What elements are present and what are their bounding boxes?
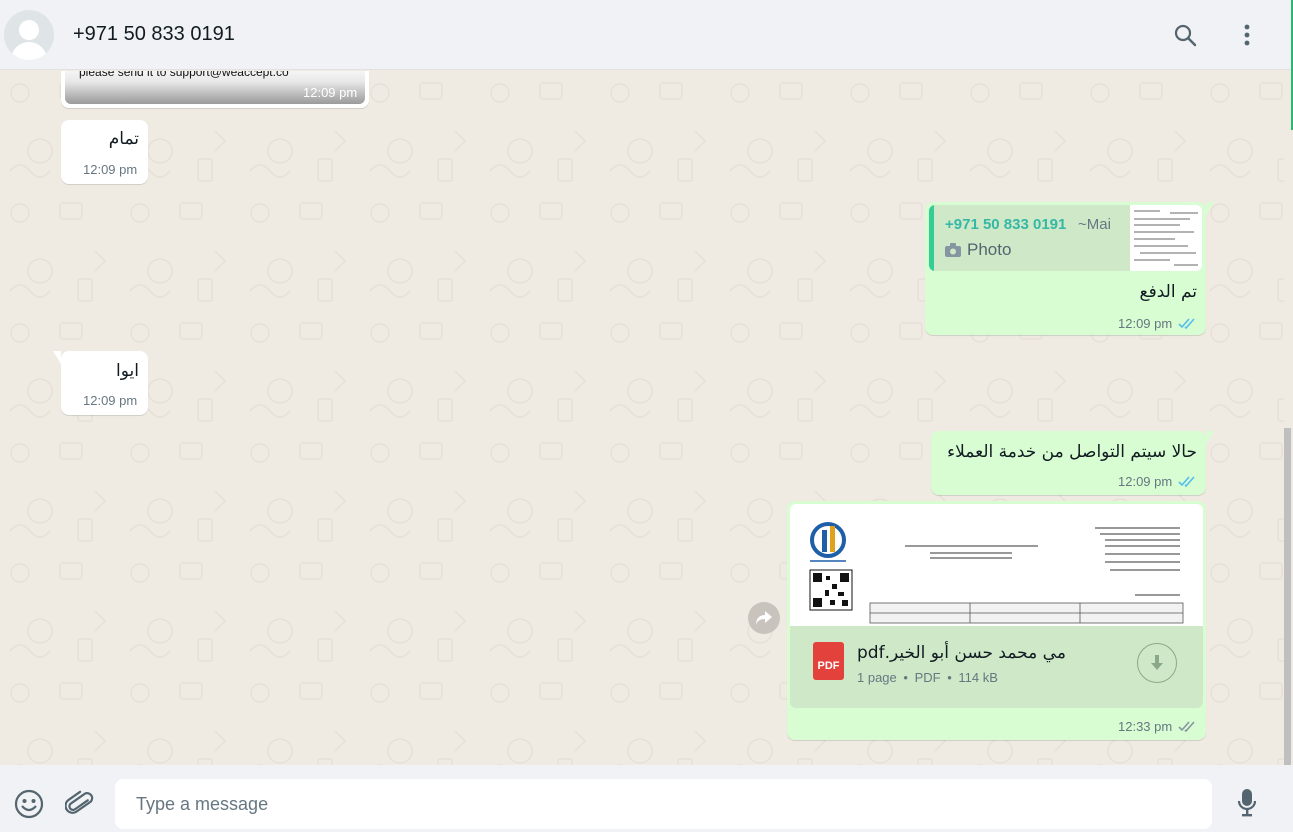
message-time: 12:33 pm — [1118, 719, 1173, 734]
document-info-panel[interactable]: PDF مي محمد حسن أبو الخير.pdf 1 page • P… — [790, 626, 1203, 708]
read-ticks-icon — [1178, 318, 1195, 329]
microphone-icon[interactable] — [1230, 786, 1264, 820]
forward-icon — [756, 611, 772, 625]
download-button[interactable] — [1137, 643, 1177, 683]
pdf-badge-label: PDF — [817, 660, 840, 672]
forward-button[interactable] — [748, 602, 780, 634]
message-outgoing[interactable]: حالا سيتم التواصل من خدمة العملاء 12:09 … — [931, 431, 1214, 495]
search-icon[interactable] — [1170, 20, 1200, 50]
quote-author: +971 50 833 0191 — [945, 216, 1067, 233]
message-text: تم الدفع — [1139, 282, 1197, 302]
message-text: تمام — [108, 129, 139, 149]
chat-panel[interactable]: please send it to support@weaccept.co 12… — [0, 71, 1284, 765]
message-incoming[interactable]: ايوا 12:09 pm — [53, 351, 148, 415]
message-time: 12:09 pm — [1118, 316, 1173, 331]
meta-separator: • — [947, 670, 952, 685]
message-outgoing-reply[interactable]: +971 50 833 0191 ~Mai Photo تم الدفع 12:… — [925, 202, 1214, 335]
attach-icon[interactable] — [63, 787, 97, 821]
document-pages: 1 page — [857, 670, 897, 685]
message-time: 12:09 pm — [83, 393, 138, 408]
delivered-ticks-icon — [1178, 721, 1195, 732]
message-time: 12:09 pm — [303, 85, 358, 100]
camera-icon — [945, 243, 961, 257]
quote-accent-bar — [929, 205, 934, 271]
avatar-head-shape — [19, 20, 39, 40]
message-incoming[interactable]: تمام 12:09 pm — [61, 120, 148, 184]
message-incoming-image[interactable]: please send it to support@weaccept.co 12… — [61, 71, 369, 108]
message-input[interactable] — [115, 779, 1212, 829]
message-time: 12:09 pm — [83, 162, 138, 177]
quote-body: Photo — [945, 240, 1011, 260]
meta-separator: • — [903, 670, 908, 685]
document-size: 114 kB — [958, 670, 998, 685]
pdf-file-icon: PDF — [813, 642, 844, 680]
contact-name[interactable]: +971 50 833 0191 — [73, 23, 235, 46]
image-caption-text: please send it to support@weaccept.co — [79, 71, 289, 79]
document-preview-image — [809, 522, 1184, 624]
message-time: 12:09 pm — [1118, 474, 1173, 489]
document-type: PDF — [914, 670, 941, 685]
menu-icon[interactable] — [1232, 20, 1262, 50]
message-outgoing-document[interactable]: PDF مي محمد حسن أبو الخير.pdf 1 page • P… — [787, 501, 1206, 740]
quoted-message[interactable]: +971 50 833 0191 ~Mai Photo — [929, 205, 1202, 271]
avatar-body-shape — [11, 42, 47, 60]
quote-author-name: ~Mai — [1078, 216, 1111, 233]
message-text: حالا سيتم التواصل من خدمة العملاء — [947, 442, 1197, 462]
message-text: ايوا — [116, 361, 139, 381]
quote-thumbnail[interactable] — [1130, 205, 1202, 271]
document-preview[interactable] — [790, 504, 1203, 626]
contact-avatar[interactable] — [4, 10, 54, 60]
chat-scrollbar[interactable] — [1284, 428, 1291, 765]
quote-text: Photo — [967, 240, 1012, 259]
receipt-thumbnail-image — [1134, 210, 1198, 266]
document-file-name: مي محمد حسن أبو الخير.pdf — [857, 643, 1066, 663]
read-ticks-icon — [1178, 476, 1195, 487]
download-icon — [1151, 655, 1163, 670]
document-meta: 1 page • PDF • 114 kB — [857, 670, 998, 685]
emoji-icon[interactable] — [12, 787, 46, 821]
chat-header: +971 50 833 0191 — [0, 0, 1293, 70]
